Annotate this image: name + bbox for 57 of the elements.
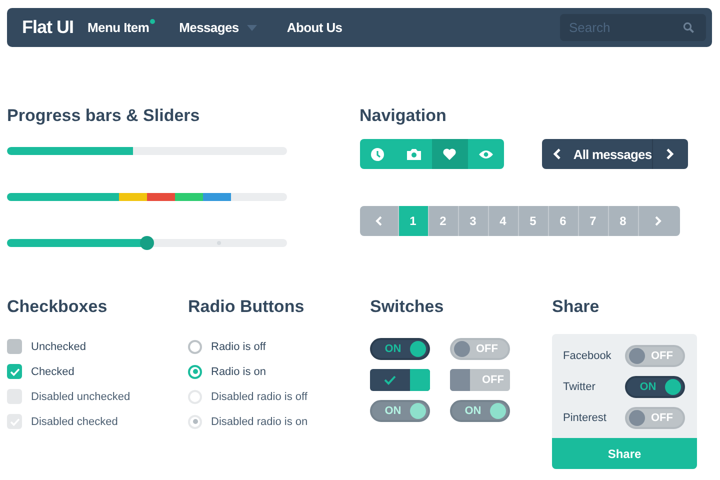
checkbox-label: Unchecked [31, 340, 86, 352]
chevron-right-icon [654, 215, 662, 227]
chevron-left-icon [553, 148, 562, 160]
share-label: Pinterest [563, 412, 606, 424]
radio-label: Radio is on [211, 366, 266, 378]
chevron-right-icon [666, 148, 674, 160]
radio-button[interactable] [188, 364, 202, 378]
checkbox-label: Disabled unchecked [31, 390, 130, 402]
heart-button[interactable] [432, 139, 468, 169]
search-icon [683, 22, 694, 33]
eye-icon [478, 150, 492, 158]
clock-icon [371, 148, 384, 160]
page-button[interactable]: 5 [518, 206, 548, 236]
slider-handle[interactable] [140, 236, 154, 250]
section-title: Share [552, 297, 600, 317]
share-button[interactable]: Share [552, 438, 697, 469]
radio-label: Disabled radio is on [211, 416, 308, 428]
section-title: Navigation [360, 106, 448, 126]
checkbox[interactable] [7, 339, 22, 354]
share-label: Twitter [563, 381, 596, 393]
check-icon [10, 418, 20, 426]
section-title: Progress bars & Sliders [7, 106, 201, 126]
slider[interactable] [7, 239, 287, 247]
checkbox-label: Checked [31, 366, 74, 378]
chevron-left-icon [374, 215, 382, 227]
radio-label: Disabled radio is off [211, 390, 308, 402]
toggle-switch[interactable]: OFF [625, 345, 685, 367]
checkbox-label: Disabled checked [31, 416, 118, 428]
page-button[interactable]: 2 [428, 206, 458, 236]
toggle-switch[interactable]: ON [370, 338, 430, 360]
toggle-switch[interactable]: ON [625, 376, 685, 398]
checkbox[interactable] [7, 364, 22, 379]
toggle-switch[interactable]: OFF [625, 407, 685, 429]
section-title: Checkboxes [7, 297, 108, 317]
heart-icon [443, 148, 456, 160]
nav-link[interactable]: Messages [179, 20, 257, 35]
camera-icon [406, 148, 420, 160]
page-button[interactable]: 1 [398, 206, 428, 236]
nav-link[interactable]: About Us [286, 20, 342, 35]
toggle-switch[interactable]: OFF [450, 369, 510, 391]
page-button[interactable]: 8 [608, 206, 638, 236]
check-icon [384, 375, 396, 385]
page-button[interactable]: 3 [458, 206, 488, 236]
brand-logo[interactable]: Flat UI [22, 17, 74, 38]
section-title: Switches [370, 297, 445, 317]
radio-label: Radio is off [211, 340, 266, 352]
nav-link[interactable]: Menu Item [88, 20, 150, 35]
check-icon [10, 368, 20, 376]
toggle-switch[interactable]: OFF [450, 338, 510, 360]
page-button[interactable]: 7 [578, 206, 608, 236]
radio-button[interactable] [188, 340, 202, 354]
pager-label: All messages [573, 146, 652, 162]
toggle-switch[interactable] [370, 369, 430, 391]
section-title: Radio Buttons [188, 297, 306, 317]
page-button[interactable]: 6 [548, 206, 578, 236]
page-button[interactable]: 4 [488, 206, 518, 236]
share-label: Facebook [563, 350, 612, 362]
